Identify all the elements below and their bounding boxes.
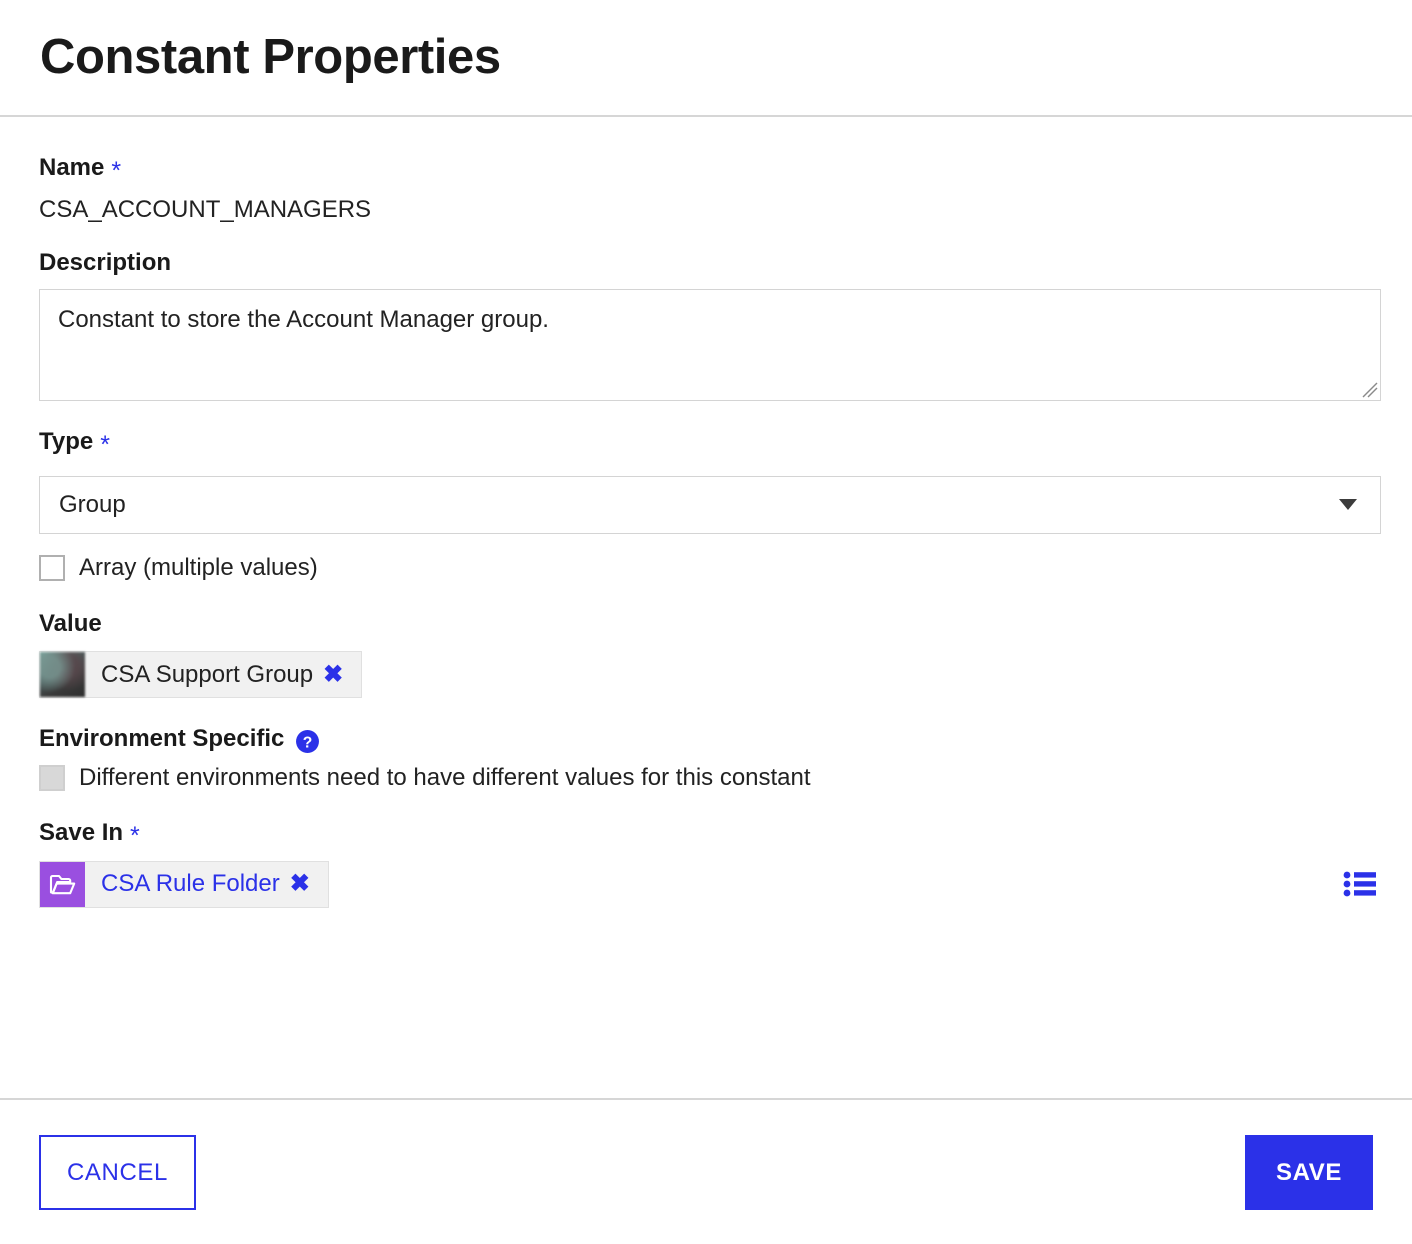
- cancel-button[interactable]: CANCEL: [39, 1134, 196, 1210]
- save-button[interactable]: SAVE: [1245, 1134, 1373, 1210]
- type-select-value: Group: [59, 490, 126, 518]
- environment-specific-checkbox[interactable]: [39, 764, 65, 791]
- environment-specific-label: Environment Specific ?: [39, 725, 1380, 754]
- field-save-in: Save In * CSA Rule Folder ✖: [39, 819, 1380, 908]
- environment-specific-checkbox-label: Different environments need to have diff…: [79, 763, 811, 791]
- array-checkbox-label: Array (multiple values): [79, 553, 318, 581]
- name-label-text: Name: [39, 154, 105, 181]
- value-label-text: Value: [39, 609, 102, 637]
- environment-specific-label-text: Environment Specific: [39, 725, 285, 753]
- remove-value-icon[interactable]: ✖: [323, 662, 361, 687]
- name-label: Name *: [39, 154, 1380, 185]
- environment-specific-checkbox-row[interactable]: Different environments need to have diff…: [39, 763, 1380, 791]
- type-label-text: Type: [39, 428, 94, 456]
- save-in-label: Save In *: [39, 819, 1380, 850]
- field-type: Type * Group Array (multiple values): [39, 428, 1381, 581]
- description-textarea[interactable]: [39, 289, 1381, 402]
- value-chip-label: CSA Support Group: [101, 660, 314, 688]
- list-icon[interactable]: [1343, 870, 1377, 898]
- array-checkbox[interactable]: [39, 554, 65, 581]
- field-value: Value CSA Support Group ✖: [39, 609, 1380, 699]
- value-chip[interactable]: CSA Support Group ✖: [39, 651, 363, 699]
- type-select[interactable]: Group: [39, 475, 1381, 534]
- field-environment-specific: Environment Specific ? Different environ…: [39, 725, 1380, 791]
- field-name: Name * CSA_ACCOUNT_MANAGERS: [39, 154, 1380, 224]
- help-circle-icon[interactable]: ?: [295, 729, 320, 754]
- description-label: Description: [39, 248, 1380, 276]
- required-asterisk: *: [100, 430, 110, 459]
- page-title: Constant Properties: [40, 30, 501, 84]
- required-asterisk: *: [130, 821, 140, 850]
- name-value: CSA_ACCOUNT_MANAGERS: [39, 196, 372, 224]
- svg-text:?: ?: [303, 734, 313, 751]
- save-in-chip-label: CSA Rule Folder: [101, 870, 280, 898]
- save-in-chip[interactable]: CSA Rule Folder ✖: [39, 860, 329, 908]
- dialog-footer: CANCEL SAVE: [0, 1098, 1412, 1244]
- array-checkbox-row[interactable]: Array (multiple values): [39, 553, 1380, 581]
- description-label-text: Description: [39, 248, 172, 276]
- save-in-label-text: Save In: [39, 819, 124, 847]
- required-asterisk: *: [111, 156, 122, 185]
- value-label: Value: [39, 609, 1380, 637]
- remove-save-in-icon[interactable]: ✖: [290, 872, 328, 896]
- dialog-body: Name * CSA_ACCOUNT_MANAGERS Description …: [0, 117, 1412, 1097]
- user-avatar-thumbnail-icon: [40, 652, 85, 698]
- dialog-header: Constant Properties: [0, 0, 1412, 117]
- type-label: Type *: [39, 428, 1380, 459]
- field-description: Description: [39, 248, 1381, 402]
- folder-open-icon: [40, 861, 85, 907]
- chevron-down-icon: [1339, 499, 1357, 511]
